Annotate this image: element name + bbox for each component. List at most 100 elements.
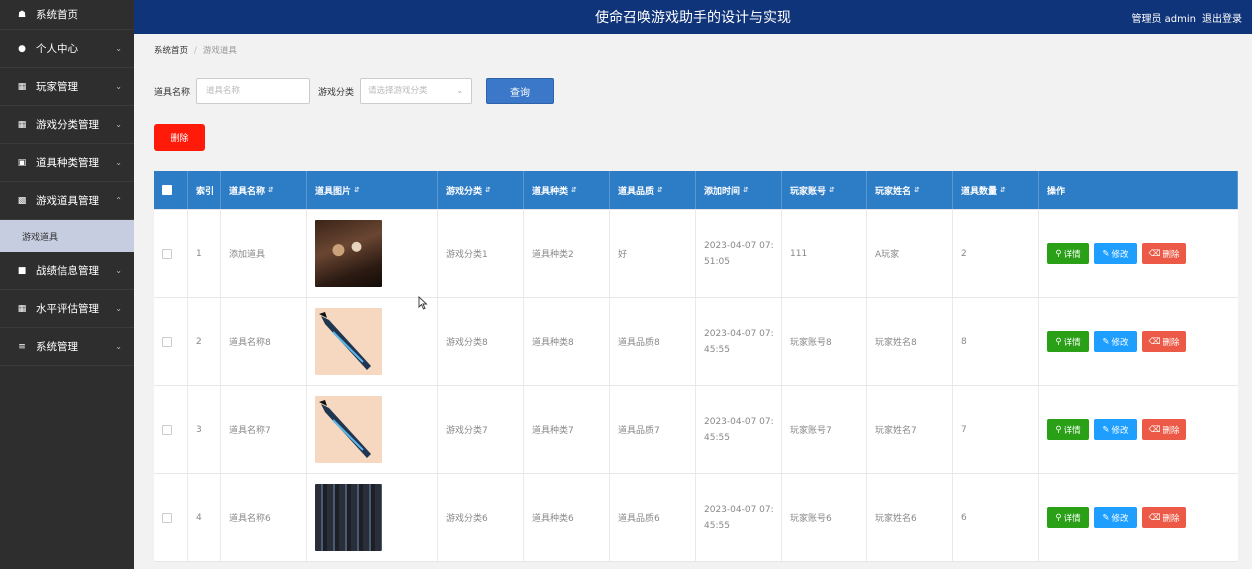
- row-checkbox[interactable]: [162, 424, 172, 435]
- delete-button[interactable]: ⌫ 删除: [1142, 507, 1186, 528]
- row-select-cell: [154, 210, 188, 297]
- prop-thumbnail-image[interactable]: [315, 220, 382, 287]
- column-header-prop-quality[interactable]: 道具品质 ⇵: [610, 171, 696, 209]
- column-header-label: 道具种类: [532, 186, 569, 197]
- column-header-add-time[interactable]: 添加时间 ⇵: [696, 171, 782, 209]
- sort-icon: ⇵: [571, 186, 577, 194]
- trash-icon: ⌫: [1148, 336, 1161, 347]
- sort-icon: ⇵: [657, 186, 663, 194]
- detail-button[interactable]: ⚲ 详情: [1047, 243, 1089, 264]
- delete-button[interactable]: ⌫ 删除: [1142, 243, 1186, 264]
- cell-actions: ⚲ 详情 ✎ 修改 ⌫ 删除: [1039, 386, 1238, 473]
- cell-add-time: 2023-04-07 07: 45:55: [696, 474, 782, 561]
- delete-button-label: 删除: [1162, 249, 1180, 260]
- column-header-player-account[interactable]: 玩家账号 ⇵: [782, 171, 867, 209]
- trash-icon: ⌫: [1148, 424, 1161, 435]
- row-checkbox[interactable]: [162, 336, 172, 347]
- cell-prop-type: 道具种类6: [524, 474, 610, 561]
- sidebar-item-prop-type-management[interactable]: ▣ 道具种类管理 ⌄: [0, 144, 134, 182]
- current-user-label: 管理员 admin: [1131, 13, 1196, 25]
- chevron-down-icon: ⌄: [115, 304, 122, 313]
- logout-link[interactable]: 退出登录: [1202, 10, 1242, 25]
- sidebar-item-record-management[interactable]: ■ 战绩信息管理 ⌄: [0, 252, 134, 290]
- sidebar-item-home[interactable]: ☗ 系统首页: [0, 0, 134, 30]
- cell-add-time: 2023-04-07 07: 45:55: [696, 298, 782, 385]
- sidebar-item-personal-center[interactable]: ● 个人中心 ⌄: [0, 30, 134, 68]
- sidebar: ☗ 系统首页 ● 个人中心 ⌄ ▦ 玩家管理 ⌄ ▦ 游戏分类管理 ⌄ ▣ 道具…: [0, 0, 134, 569]
- detail-button-label: 详情: [1063, 337, 1081, 348]
- column-header-prop-count[interactable]: 道具数量 ⇵: [953, 171, 1039, 209]
- grid-icon: ▦: [17, 303, 27, 314]
- column-header-game-category[interactable]: 游戏分类 ⇵: [438, 171, 524, 209]
- table-header-row: 索引 道具名称 ⇵ 道具图片 ⇵ 游戏分类 ⇵ 道具种类 ⇵ 道具品质 ⇵ 添加时间 ⇵ 玩…: [154, 171, 1238, 210]
- row-select-cell: [154, 474, 188, 561]
- detail-button[interactable]: ⚲ 详情: [1047, 331, 1089, 352]
- edit-button[interactable]: ✎ 修改: [1094, 419, 1137, 440]
- column-header-prop-type[interactable]: 道具种类 ⇵: [524, 171, 610, 209]
- prop-thumbnail-image[interactable]: [315, 484, 382, 551]
- cell-prop-image: [307, 474, 438, 561]
- column-header-label: 玩家姓名: [875, 186, 912, 197]
- add-time-text: 2023-04-07 07: 45:55: [704, 502, 778, 534]
- column-header-label: 玩家账号: [790, 186, 827, 197]
- search-form: 道具名称 道具名称 游戏分类 请选择游戏分类 ⌄ 查询: [154, 78, 555, 104]
- batch-delete-button[interactable]: 删除: [154, 124, 205, 151]
- column-header-label: 道具品质: [618, 186, 655, 197]
- detail-button[interactable]: ⚲ 详情: [1047, 507, 1089, 528]
- sidebar-item-game-prop-management[interactable]: ▩ 游戏道具管理 ⌃: [0, 182, 134, 220]
- detail-button-label: 详情: [1063, 513, 1081, 524]
- cell-prop-quality: 道具品质6: [610, 474, 696, 561]
- sidebar-item-label: 道具种类管理: [36, 157, 99, 169]
- add-time-date: 2023-04-07 07:: [704, 240, 774, 251]
- game-category-select[interactable]: 请选择游戏分类 ⌄: [360, 78, 473, 104]
- edit-icon: ✎: [1102, 512, 1110, 523]
- sidebar-item-player-management[interactable]: ▦ 玩家管理 ⌄: [0, 68, 134, 106]
- row-actions: ⚲ 详情 ✎ 修改 ⌫ 删除: [1047, 243, 1186, 264]
- row-checkbox[interactable]: [162, 248, 172, 259]
- row-checkbox[interactable]: [162, 512, 172, 523]
- select-all-checkbox[interactable]: [162, 185, 172, 195]
- column-header-prop-image[interactable]: 道具图片 ⇵: [307, 171, 438, 209]
- edit-button[interactable]: ✎ 修改: [1094, 507, 1137, 528]
- add-time-clock: 45:55: [704, 520, 730, 531]
- edit-button[interactable]: ✎ 修改: [1094, 331, 1137, 352]
- search-icon: ⚲: [1055, 248, 1062, 259]
- cell-prop-image: [307, 386, 438, 473]
- delete-button[interactable]: ⌫ 删除: [1142, 331, 1186, 352]
- delete-button[interactable]: ⌫ 删除: [1142, 419, 1186, 440]
- prop-name-input[interactable]: 道具名称: [196, 78, 311, 104]
- cell-actions: ⚲ 详情 ✎ 修改 ⌫ 删除: [1039, 298, 1238, 385]
- column-header-prop-name[interactable]: 道具名称 ⇵: [221, 171, 307, 209]
- cell-prop-count: 6: [953, 474, 1039, 561]
- sidebar-item-game-category-management[interactable]: ▦ 游戏分类管理 ⌄: [0, 106, 134, 144]
- edit-icon: ✎: [1102, 336, 1110, 347]
- sidebar-item-system-management[interactable]: ≡ 系统管理 ⌄: [0, 328, 134, 366]
- edit-icon: ✎: [1102, 248, 1110, 259]
- cell-player-account: 玩家账号6: [782, 474, 867, 561]
- sidebar-item-level-assessment-management[interactable]: ▦ 水平评估管理 ⌄: [0, 290, 134, 328]
- sliders-icon: ≡: [18, 341, 26, 352]
- edit-button-label: 修改: [1111, 249, 1129, 260]
- query-button[interactable]: 查询: [486, 78, 555, 104]
- cell-index: 1: [188, 210, 221, 297]
- page-title: 使命召唤游戏助手的设计与实现: [595, 10, 791, 26]
- detail-button[interactable]: ⚲ 详情: [1047, 419, 1089, 440]
- prop-name-label: 道具名称: [154, 87, 191, 98]
- sidebar-item-label: 游戏分类管理: [36, 119, 99, 131]
- prop-thumbnail-image[interactable]: [315, 396, 382, 463]
- column-header-player-name[interactable]: 玩家姓名 ⇵: [867, 171, 953, 209]
- cell-prop-quality: 道具品质8: [610, 298, 696, 385]
- edit-button-label: 修改: [1111, 513, 1129, 524]
- add-time-date: 2023-04-07 07:: [704, 416, 774, 427]
- trash-icon: ⌫: [1148, 248, 1161, 259]
- cell-prop-type: 道具种类7: [524, 386, 610, 473]
- sidebar-subitem-game-props[interactable]: 游戏道具: [0, 220, 134, 252]
- cell-player-name: A玩家: [867, 210, 953, 297]
- sort-icon: ⇵: [743, 186, 749, 194]
- cell-player-name: 玩家姓名7: [867, 386, 953, 473]
- sort-icon: ⇵: [829, 186, 835, 194]
- cell-player-account: 玩家账号7: [782, 386, 867, 473]
- breadcrumb-home[interactable]: 系统首页: [154, 46, 188, 56]
- prop-thumbnail-image[interactable]: [315, 308, 382, 375]
- edit-button[interactable]: ✎ 修改: [1094, 243, 1137, 264]
